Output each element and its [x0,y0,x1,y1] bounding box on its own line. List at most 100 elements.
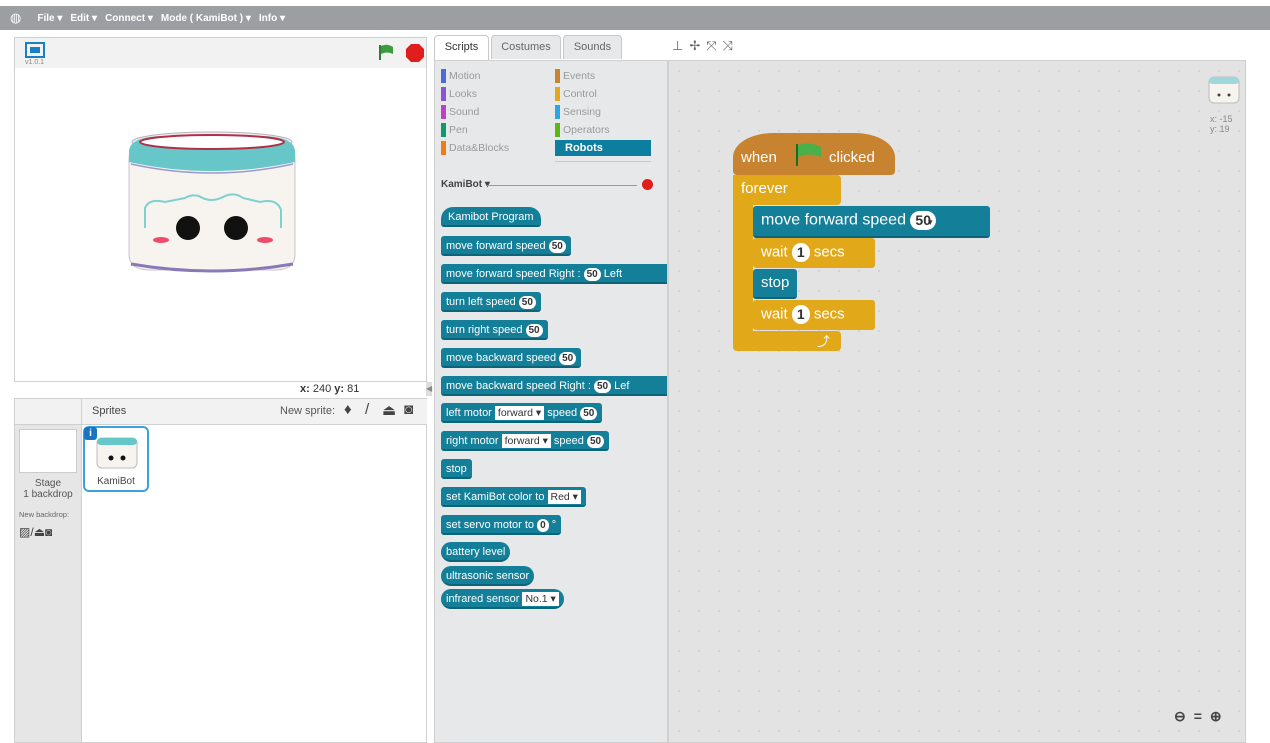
delete-tool-icon[interactable]: ✢ [689,38,706,53]
block-text: set KamiBot color to [446,491,545,503]
color-dropdown[interactable]: Red ▾ [547,490,581,505]
menu-info[interactable]: Info ▾ [259,13,285,24]
speed-input[interactable]: 50 [518,295,536,309]
dropdown-value: No.1 [525,593,548,606]
direction-dropdown[interactable]: forward ▾ [494,406,545,421]
block-move-backward-rl[interactable]: move backward speed Right : 50 Lef [441,376,667,396]
menu-edit[interactable]: Edit ▾ [70,13,97,24]
category-motion[interactable]: Motion [441,69,481,83]
upload-icon[interactable]: ⏏ [34,525,45,539]
block-ultrasonic-sensor[interactable]: ultrasonic sensor [441,566,535,586]
speed-input[interactable]: 50 [586,434,605,448]
wait-block-2[interactable]: wait 1 secs [753,300,875,330]
speed-input[interactable]: 50 [559,351,577,365]
category-label: Data&Blocks [449,142,510,154]
motion-swatch [441,69,446,83]
tab-sounds[interactable]: Sounds [563,35,622,59]
stop-icon[interactable] [405,43,425,63]
menu-file[interactable]: File ▾ [37,13,62,24]
speed-input[interactable]: 50 [548,239,566,253]
globe-icon[interactable]: ◍ [10,10,21,26]
dropdown-arrow-icon[interactable]: ▾ [928,217,933,227]
sprite-library-icon[interactable]: ♦ [344,401,352,418]
kamibot-sprite-on-stage[interactable] [125,128,300,278]
block-kamibot-program[interactable]: Kamibot Program [441,207,541,227]
sprite-name: KamiBot [97,476,135,487]
block-text: move backward speed [446,352,557,364]
stage-label: Stage [34,478,62,489]
sprite-tile-kamibot[interactable]: i KamiBot [83,426,149,492]
events-swatch [555,69,560,83]
speed-input[interactable]: 50 [525,323,543,337]
tab-scripts[interactable]: Scripts [434,35,489,61]
green-flag-icon[interactable] [377,43,395,61]
block-battery-level[interactable]: battery level [441,542,511,562]
collapse-handle[interactable]: ◀ [426,382,432,396]
category-pen[interactable]: Pen [441,123,468,137]
block-move-backward[interactable]: move backward speed 50 [441,348,582,368]
angle-input[interactable]: 0 [537,518,549,532]
block-infrared-sensor[interactable]: infrared sensor No.1 ▾ [441,589,564,609]
block-right-motor[interactable]: right motor forward ▾ speed 50 [441,431,610,451]
camera-icon[interactable]: ◙ [45,525,52,539]
sensor-dropdown[interactable]: No.1 ▾ [522,592,559,607]
block-turn-left[interactable]: turn left speed 50 [441,292,541,312]
seconds-input[interactable]: 1 [791,305,810,324]
block-left-motor[interactable]: left motor forward ▾ speed 50 [441,403,603,423]
when-flag-clicked-hat[interactable]: when clicked [733,133,895,175]
script-area[interactable]: x: -15 y: 19 when clicked forever ⤴ move… [668,60,1246,743]
menu-connect[interactable]: Connect ▾ [105,13,153,24]
seconds-input[interactable]: 1 [791,243,810,262]
block-text: move forward speed [761,211,906,229]
block-move-forward-rl[interactable]: move forward speed Right : 50 Left [441,264,667,284]
block-move-forward[interactable]: move forward speed 50 [441,236,571,256]
zoom-out-button[interactable]: ⊖ [1174,708,1186,728]
move-forward-block[interactable]: move forward speed 50▾ [753,206,990,238]
block-set-servo[interactable]: set servo motor to 0 ° [441,515,562,535]
tab-costumes[interactable]: Costumes [491,35,561,59]
paint-library-icon[interactable]: ▨ [19,525,30,539]
block-text: ° [551,519,557,531]
x-label: x: [300,383,310,395]
direction-dropdown[interactable]: forward ▾ [501,434,551,449]
paint-sprite-icon[interactable]: / [365,401,369,418]
block-text: Lef [614,380,630,392]
right-speed-input[interactable]: 50 [593,379,612,393]
category-label: Events [563,70,596,82]
menu-mode[interactable]: Mode ( KamiBot ) ▾ [161,13,251,24]
grow-tool-icon[interactable]: ⤧ [706,38,722,53]
zoom-reset-button[interactable]: = [1194,708,1202,728]
upload-sprite-icon[interactable]: ⏏ [382,401,396,419]
operators-swatch [555,123,560,137]
forever-block[interactable]: forever [733,175,841,205]
category-looks[interactable]: Looks [441,87,477,101]
category-control[interactable]: Control [555,87,597,101]
wait-block-1[interactable]: wait 1 secs [753,238,875,268]
block-turn-right[interactable]: turn right speed 50 [441,320,548,340]
dropdown-value: forward [497,407,533,420]
category-data[interactable]: Data&Blocks [441,141,509,155]
category-robots[interactable]: Robots [555,140,651,156]
device-dropdown[interactable]: KamiBot ▾ [441,179,490,190]
block-set-color[interactable]: set KamiBot color to Red ▾ [441,487,586,507]
category-sensing[interactable]: Sensing [555,105,601,119]
y-value: 81 [347,383,360,395]
category-sound[interactable]: Sound [441,105,479,119]
block-text: Left [603,268,623,280]
right-speed-input[interactable]: 50 [583,267,601,281]
block-stop[interactable]: stop [441,459,472,479]
camera-sprite-icon[interactable]: ◙ [404,401,413,418]
fullscreen-icon[interactable] [25,42,45,58]
block-text: secs [813,305,845,323]
zoom-in-button[interactable]: ⊕ [1210,708,1222,728]
new-backdrop-label: New backdrop: [19,510,70,519]
stage-thumbnail[interactable] [19,429,77,473]
y-label: y: [334,383,345,395]
category-operators[interactable]: Operators [555,123,610,137]
speed-input[interactable]: 50 [580,406,598,420]
duplicate-tool-icon[interactable]: ⊥ [672,38,689,53]
shrink-tool-icon[interactable]: ⤨ [723,38,739,53]
category-events[interactable]: Events [555,69,595,83]
new-sprite-label: New sprite: [280,405,336,417]
stop-block[interactable]: stop [753,269,797,299]
